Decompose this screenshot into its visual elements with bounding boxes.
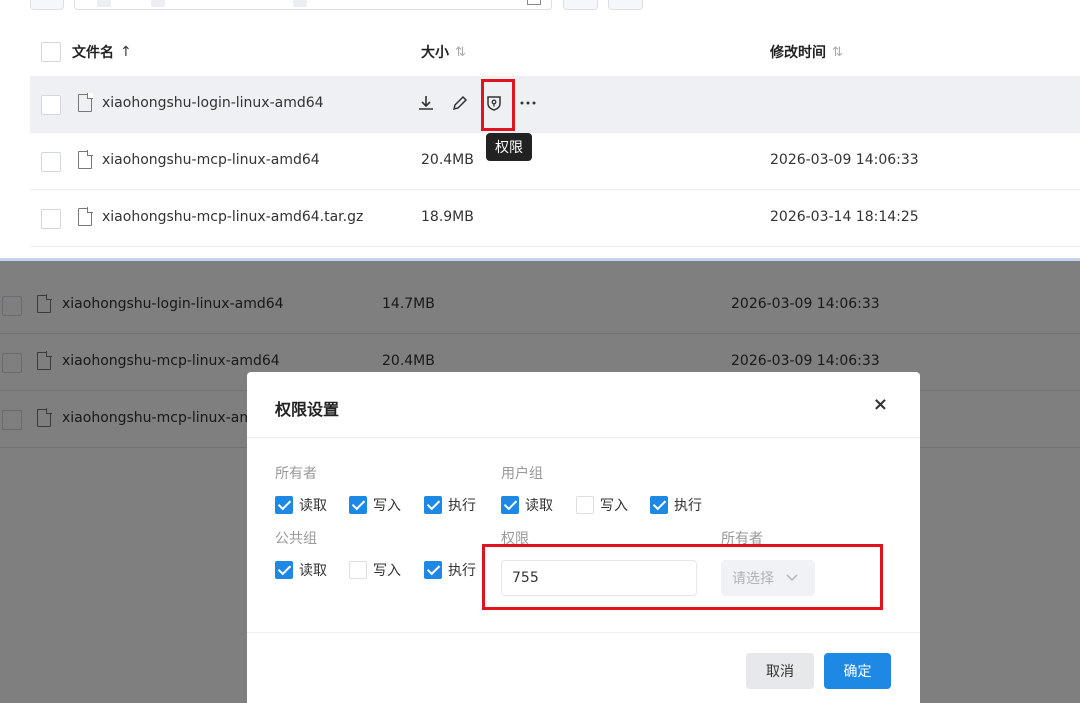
checkbox-label: 执行	[448, 498, 476, 514]
table-row[interactable]: xiaohongshu-mcp-linux-amd64 20.4MB 2026-…	[30, 133, 1080, 190]
file-size: 18.9MB	[421, 209, 474, 225]
path-segment-icon	[151, 0, 165, 7]
file-name[interactable]: xiaohongshu-mcp-linux-amd64	[102, 152, 320, 168]
public-group-label: 公共组	[275, 531, 317, 547]
path-segment-icon	[293, 0, 307, 7]
header-size-label: 大小	[421, 45, 449, 61]
public-exec-checkbox[interactable]: 执行	[424, 560, 476, 580]
checkbox-unchecked-icon	[576, 496, 594, 514]
owner-group-label: 所有者	[275, 466, 317, 482]
checkbox-label: 读取	[299, 563, 327, 579]
row-checkbox[interactable]	[41, 209, 61, 229]
refresh-button[interactable]	[608, 0, 643, 10]
checkbox-label: 执行	[674, 498, 702, 514]
file-name[interactable]: xiaohongshu-login-linux-amd64	[102, 95, 324, 111]
select-all-checkbox[interactable]	[41, 42, 61, 62]
highlight-box	[482, 544, 883, 610]
toolbar-button[interactable]	[563, 0, 598, 10]
checkbox-label: 写入	[373, 563, 401, 579]
file-modified: 2026-03-09 14:06:33	[770, 152, 919, 168]
checkbox-checked-icon	[650, 496, 668, 514]
header-name-label: 文件名	[72, 45, 114, 61]
group-read-checkbox[interactable]: 读取	[501, 495, 553, 515]
file-icon	[78, 207, 93, 226]
table-row[interactable]: xiaohongshu-login-linux-amd64	[30, 76, 1080, 133]
back-button[interactable]	[30, 0, 64, 10]
row-checkbox[interactable]	[41, 95, 61, 115]
file-name[interactable]: xiaohongshu-mcp-linux-amd64.tar.gz	[102, 209, 363, 225]
checkbox-label: 写入	[373, 498, 401, 514]
download-icon[interactable]	[415, 92, 437, 114]
checkbox-label: 读取	[525, 498, 553, 514]
path-input[interactable]	[74, 0, 552, 10]
row-checkbox[interactable]	[41, 152, 61, 172]
sort-icon: ⇅	[455, 44, 466, 60]
owner-read-checkbox[interactable]: 读取	[275, 495, 327, 515]
header-name[interactable]: 文件名 ↑	[72, 42, 132, 62]
file-list-panel: 文件名 ↑ 大小 ⇅ 修改时间 ⇅ xiaohongshu-login-linu…	[0, 0, 1080, 258]
group-write-checkbox[interactable]: 写入	[576, 495, 628, 515]
header-size[interactable]: 大小 ⇅	[421, 42, 466, 62]
path-segment-icon	[97, 0, 111, 7]
background-file-list: xiaohongshu-login-linux-amd64 14.7MB 202…	[0, 261, 1080, 703]
header-modified[interactable]: 修改时间 ⇅	[770, 42, 843, 62]
checkbox-label: 执行	[448, 563, 476, 579]
dialog-divider	[247, 437, 920, 438]
table-header: 文件名 ↑ 大小 ⇅ 修改时间 ⇅	[30, 28, 1080, 76]
file-icon	[78, 150, 93, 169]
file-size: 20.4MB	[421, 152, 474, 168]
arrow-up-icon: ↑	[120, 44, 132, 60]
checkbox-checked-icon	[275, 561, 293, 579]
edit-icon[interactable]	[449, 92, 471, 114]
public-write-checkbox[interactable]: 写入	[349, 560, 401, 580]
toolbar	[0, 0, 1080, 12]
checkbox-unchecked-icon	[349, 561, 367, 579]
public-read-checkbox[interactable]: 读取	[275, 560, 327, 580]
more-icon[interactable]	[517, 92, 539, 114]
checkbox-label: 写入	[600, 498, 628, 514]
file-modified: 2026-03-14 18:14:25	[770, 209, 919, 225]
sort-icon: ⇅	[832, 44, 843, 60]
checkbox-checked-icon	[424, 496, 442, 514]
history-icon[interactable]	[527, 0, 541, 5]
user-group-label: 用户组	[501, 466, 543, 482]
dialog-title: 权限设置	[275, 400, 340, 419]
highlight-box	[481, 79, 515, 131]
close-icon[interactable]: ×	[873, 394, 888, 415]
checkbox-checked-icon	[275, 496, 293, 514]
permission-dialog: 权限设置 × 所有者 用户组 读取 写入 执行 读取 写入 执行 公共组 权限 …	[247, 372, 920, 703]
checkbox-checked-icon	[349, 496, 367, 514]
file-icon	[78, 93, 93, 112]
permission-tooltip: 权限	[486, 133, 532, 161]
owner-write-checkbox[interactable]: 写入	[349, 495, 401, 515]
confirm-button[interactable]: 确定	[824, 653, 891, 689]
group-exec-checkbox[interactable]: 执行	[650, 495, 702, 515]
table-row[interactable]: xiaohongshu-mcp-linux-amd64.tar.gz 18.9M…	[30, 190, 1080, 247]
dialog-divider	[247, 632, 920, 633]
header-modified-label: 修改时间	[770, 45, 826, 61]
owner-exec-checkbox[interactable]: 执行	[424, 495, 476, 515]
checkbox-checked-icon	[501, 496, 519, 514]
checkbox-label: 读取	[299, 498, 327, 514]
cancel-button[interactable]: 取消	[746, 653, 814, 689]
checkbox-checked-icon	[424, 561, 442, 579]
